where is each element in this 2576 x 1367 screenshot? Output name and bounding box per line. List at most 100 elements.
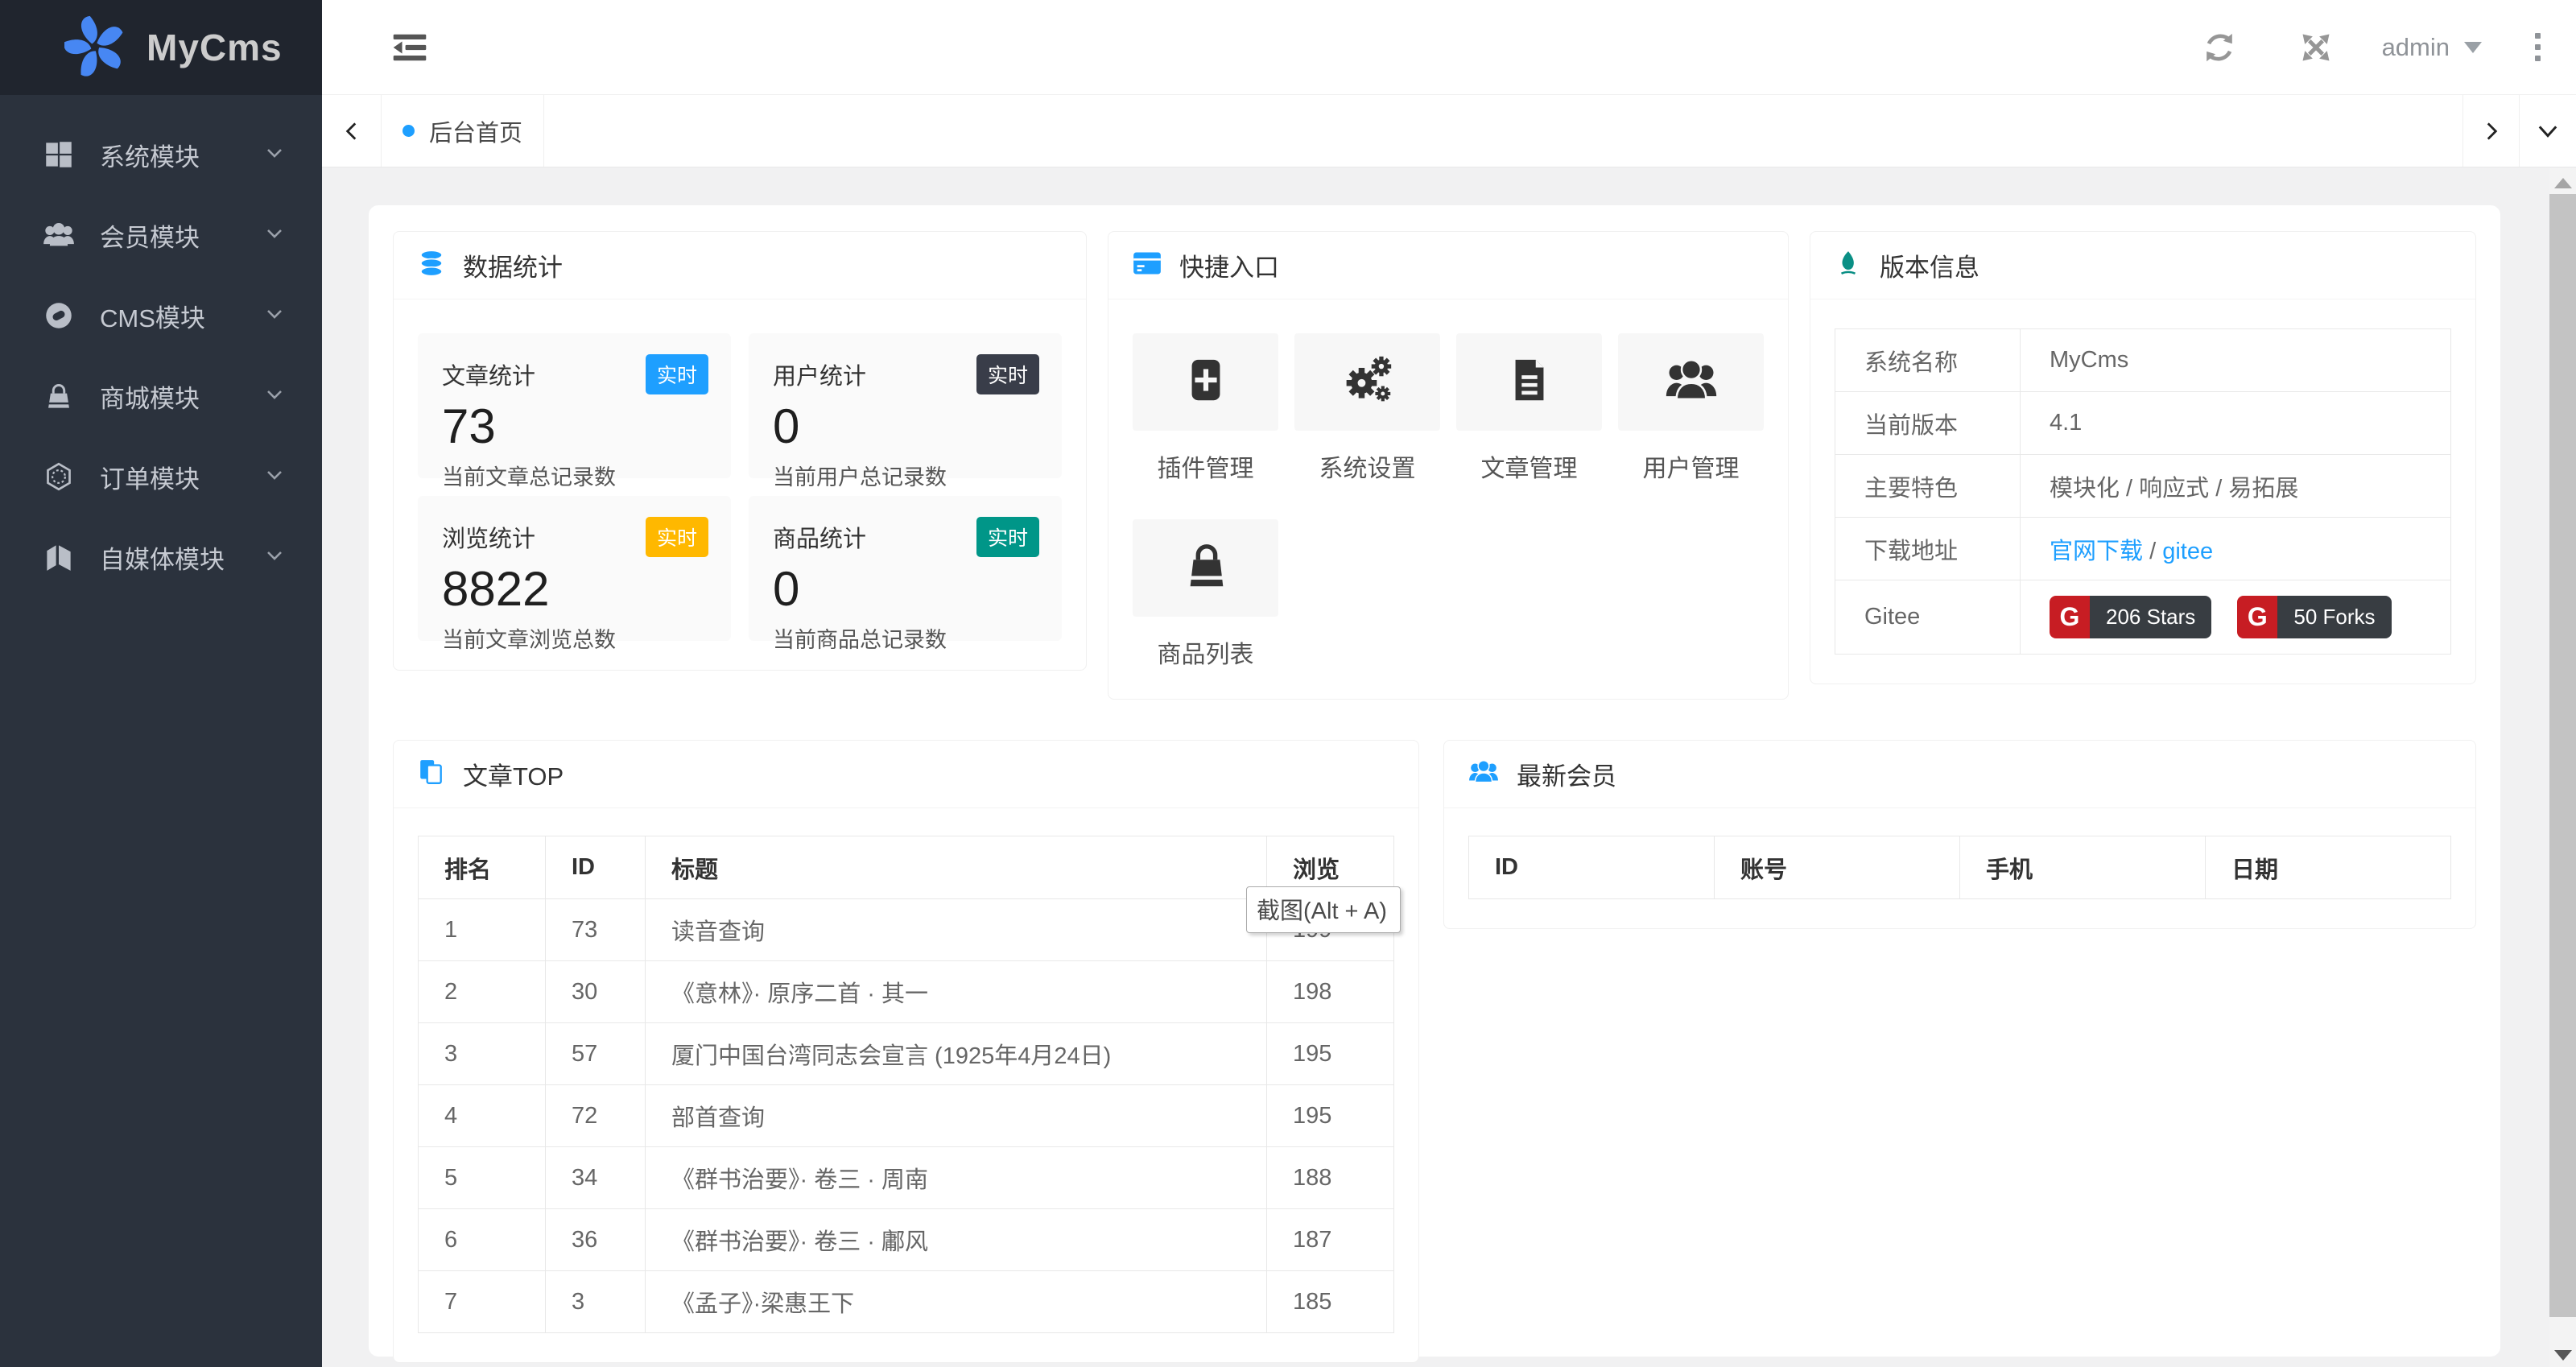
table-row: 6 36 《群书治要》· 卷三 · 鄘风 187 [418, 1208, 1394, 1271]
quick-item-settings[interactable]: 系统设置 [1294, 333, 1440, 484]
chevron-down-icon [262, 221, 287, 250]
users-icon [1468, 758, 1499, 790]
collapse-menu-icon[interactable] [391, 29, 428, 66]
gitee-stars-badge[interactable]: G 206 Stars [2050, 596, 2212, 638]
table-row: 7 3 《孟子》·梁惠王下 185 [418, 1270, 1394, 1333]
tab-label: 后台首页 [428, 120, 522, 147]
table-row: Gitee G 206 Stars G 50 Forks [1835, 580, 2451, 655]
content-area: 数据统计 文章统计 实时 73 当前文章总记录数 用户统计 实时 0 当前用户总… [322, 168, 2576, 1367]
shopping-bag-icon [1181, 541, 1231, 595]
version-card: 版本信息 系统名称 MyCms 当前版本 4.1 主要特色 模块化 / 响应式 … [1810, 231, 2476, 684]
sidebar-item-orders[interactable]: 订单模块 [0, 436, 322, 517]
refresh-icon[interactable] [2202, 30, 2237, 65]
sidebar-item-members[interactable]: 会员模块 [0, 195, 322, 275]
col-id: ID [545, 836, 646, 899]
plugin-plus-icon [1181, 355, 1231, 409]
quick-item-label: 系统设置 [1319, 456, 1416, 482]
version-table: 系统名称 MyCms 当前版本 4.1 主要特色 模块化 / 响应式 / 易拓展 [1835, 328, 2451, 655]
sidebar-item-cms[interactable]: CMS模块 [0, 275, 322, 356]
sidebar-item-system[interactable]: 系统模块 [0, 114, 322, 195]
tabs-scroll-left-button[interactable] [322, 95, 382, 167]
stat-title: 浏览统计 [442, 527, 536, 552]
version-label: 当前版本 [1835, 391, 2021, 455]
cell-id: 3 [545, 1270, 646, 1333]
user-menu[interactable]: admin [2382, 33, 2482, 62]
quick-item-articles[interactable]: 文章管理 [1456, 333, 1602, 484]
col-date: 日期 [2205, 836, 2451, 899]
table-row: 4 72 部首查询 195 [418, 1084, 1394, 1147]
scrollbar-thumb[interactable] [2549, 194, 2576, 1317]
table-row: 系统名称 MyCms [1835, 328, 2451, 392]
username: admin [2381, 32, 2450, 61]
tabs-menu-button[interactable] [2519, 95, 2576, 167]
official-download-link[interactable]: 官网下载 [2050, 539, 2143, 564]
stat-caption: 当前商品总记录数 [773, 628, 947, 652]
quick-item-label: 文章管理 [1480, 456, 1578, 482]
version-value: 4.1 [2020, 391, 2451, 455]
top-articles-body: 1 73 读音查询 199 2 30 《意林》· [418, 898, 1394, 1333]
medium-icon [40, 543, 77, 572]
stat-box-articles: 文章统计 实时 73 当前文章总记录数 [418, 333, 731, 489]
card-title: 文章TOP [463, 762, 564, 791]
stat-box-views: 浏览统计 实时 8822 当前文章浏览总数 [418, 496, 731, 652]
cell-id: 30 [545, 960, 646, 1023]
col-rank: 排名 [418, 836, 546, 899]
table-row: 主要特色 模块化 / 响应式 / 易拓展 [1835, 454, 2451, 518]
cell-rank: 2 [418, 960, 546, 1023]
stat-value: 0 [773, 562, 800, 616]
stat-box-users: 用户统计 实时 0 当前用户总记录数 [749, 333, 1062, 489]
gitee-forks-badge[interactable]: G 50 Forks [2237, 596, 2392, 638]
top-articles-card: 文章TOP 排名 ID 标题 浏览 1 73 读音查询 2 30 《意林》· 原… [393, 740, 1419, 1363]
cell-rank: 3 [418, 1022, 546, 1085]
cell-title: 《群书治要》· 卷三 · 周南 [645, 1146, 1267, 1209]
more-menu-icon[interactable] [2535, 33, 2541, 61]
fullscreen-icon[interactable] [2298, 30, 2334, 65]
realtime-badge: 实时 [976, 354, 1039, 394]
gitee-link[interactable]: gitee [2162, 539, 2213, 564]
leaf-icon [1835, 249, 1862, 282]
gitee-logo-icon: G [2050, 596, 2090, 638]
quick-item-users[interactable]: 用户管理 [1618, 333, 1764, 484]
tab-home[interactable]: 后台首页 [382, 95, 544, 167]
stats-card: 数据统计 文章统计 实时 73 当前文章总记录数 用户统计 实时 0 当前用户总… [393, 231, 1087, 671]
chevron-down-icon [262, 382, 287, 411]
sidebar-item-mall[interactable]: 商城模块 [0, 356, 322, 436]
quick-entry-card: 快捷入口 插件管理 系统设置 文章管理 用户管理 商品列表 [1108, 231, 1789, 700]
sidebar-item-label: 系统模块 [100, 142, 200, 171]
latest-members-table: ID 账号 手机 日期 [1468, 836, 2451, 899]
sidebar-item-label: 会员模块 [100, 223, 200, 252]
main-area: admin 后台首页 数据统计 文章统计 实时 73 当前文章总记录数 用户统计… [322, 0, 2576, 1367]
pinwheel-logo-icon [64, 15, 126, 81]
table-row: 5 34 《群书治要》· 卷三 · 周南 188 [418, 1146, 1394, 1209]
quick-item-label: 插件管理 [1157, 456, 1254, 482]
col-phone: 手机 [1959, 836, 2206, 899]
version-label: Gitee [1835, 580, 2021, 655]
cell-title: 《意林》· 原序二首 · 其一 [645, 960, 1267, 1023]
card-title: 版本信息 [1880, 254, 1979, 282]
gears-icon [1342, 354, 1393, 410]
users-icon [40, 221, 77, 250]
active-tab-dot [402, 125, 415, 137]
cell-views: 195 [1266, 1022, 1394, 1085]
scrollbar-up-arrow[interactable] [2549, 178, 2576, 188]
quick-item-goods[interactable]: 商品列表 [1133, 519, 1278, 670]
tabbar: 后台首页 [322, 95, 2576, 167]
app-logo: MyCms [0, 0, 322, 95]
quick-item-plugins[interactable]: 插件管理 [1133, 333, 1278, 484]
cell-title: 《群书治要》· 卷三 · 鄘风 [645, 1208, 1267, 1271]
card-title: 数据统计 [463, 254, 563, 282]
sidebar: MyCms 系统模块 会员模块 CMS模块 商城模块 订单模块 自媒体模块 [0, 0, 322, 1367]
cell-title: 读音查询 [645, 898, 1267, 961]
window-icon [1133, 250, 1162, 281]
chevron-down-icon [262, 302, 287, 330]
cell-rank: 4 [418, 1084, 546, 1147]
cell-views: 188 [1266, 1146, 1394, 1209]
sidebar-item-media[interactable]: 自媒体模块 [0, 517, 322, 597]
chevron-down-icon [262, 463, 287, 491]
scrollbar-down-arrow[interactable] [2549, 1350, 2576, 1361]
version-value: 模块化 / 响应式 / 易拓展 [2020, 454, 2451, 518]
stat-caption: 当前用户总记录数 [773, 465, 947, 489]
tabs-scroll-right-button[interactable] [2462, 95, 2519, 167]
chevron-down-icon [262, 141, 287, 169]
cell-id: 36 [545, 1208, 646, 1271]
